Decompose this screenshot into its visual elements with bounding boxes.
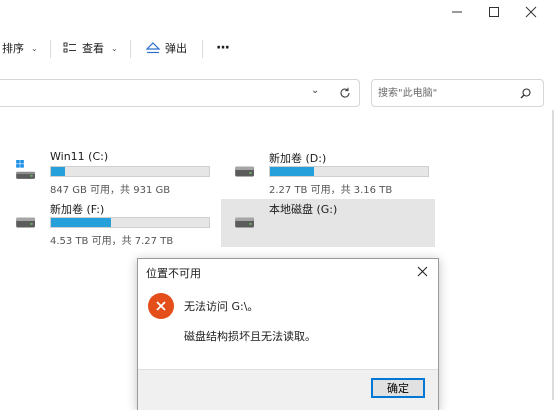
- close-window-button[interactable]: [514, 0, 548, 24]
- sort-label: 排序: [2, 42, 24, 55]
- drive-tile-f[interactable]: 新加卷 (F:) 4.53 TB 可用，共 7.27 TB: [6, 199, 214, 247]
- windows-drive-icon: [16, 160, 35, 179]
- hard-drive-icon: [16, 217, 35, 228]
- drive-usage-bar: [50, 166, 210, 177]
- minimize-icon: [452, 11, 462, 13]
- sort-button[interactable]: 排序 ⌄: [2, 38, 38, 58]
- more-icon: ···: [216, 40, 230, 56]
- hard-drive-icon: [235, 166, 254, 177]
- error-dialog: 位置不可用 无法访问 G:\。 磁盘结构损坏且无法读取。 确定: [137, 258, 439, 410]
- drive-usage-bar: [269, 166, 429, 177]
- more-options-button[interactable]: ···: [216, 38, 230, 58]
- view-label: 查看: [82, 42, 104, 55]
- address-bar[interactable]: ⌄: [0, 79, 360, 107]
- drive-name: 新加卷 (F:): [50, 203, 105, 216]
- maximize-icon: [489, 7, 499, 17]
- drive-name: 本地磁盘 (G:): [269, 203, 338, 216]
- chevron-down-icon: ⌄: [31, 43, 38, 53]
- dialog-message-line1: 无法访问 G:\。: [184, 300, 259, 313]
- drive-space: 2.27 TB 可用，共 3.16 TB: [269, 185, 393, 196]
- chevron-down-icon: ⌄: [111, 43, 118, 53]
- command-bar: 排序 ⌄ 查看 ⌄ 弹出 ···: [0, 28, 554, 68]
- drive-name: 新加卷 (D:): [269, 152, 327, 165]
- eject-icon: [146, 42, 160, 54]
- ok-button[interactable]: 确定: [371, 378, 425, 398]
- error-x-icon: [156, 301, 166, 311]
- close-icon: [417, 266, 427, 276]
- dialog-footer: 确定: [138, 369, 438, 410]
- view-button[interactable]: 查看 ⌄: [63, 38, 118, 58]
- divider: [130, 40, 131, 58]
- drive-name: Win11 (C:): [50, 150, 109, 163]
- eject-label: 弹出: [165, 42, 187, 55]
- eject-button[interactable]: 弹出: [146, 38, 187, 58]
- drive-usage-bar: [50, 217, 210, 228]
- search-input[interactable]: [378, 85, 513, 101]
- drive-tile-c[interactable]: Win11 (C:) 847 GB 可用，共 931 GB: [6, 148, 214, 196]
- history-dropdown-icon[interactable]: ⌄: [311, 85, 319, 96]
- drive-tile-d[interactable]: 新加卷 (D:) 2.27 TB 可用，共 3.16 TB: [225, 148, 433, 196]
- drive-space: 847 GB 可用，共 931 GB: [50, 185, 171, 196]
- divider: [50, 40, 51, 58]
- search-box: [371, 79, 544, 107]
- refresh-icon[interactable]: [339, 87, 351, 99]
- error-icon: [148, 293, 174, 319]
- minimize-button[interactable]: [440, 0, 474, 24]
- view-icon: [63, 42, 76, 53]
- close-icon: [525, 6, 537, 18]
- drive-tile-g[interactable]: 本地磁盘 (G:): [221, 199, 435, 247]
- maximize-button[interactable]: [477, 0, 511, 24]
- dialog-title: 位置不可用: [146, 267, 201, 280]
- dialog-message-line2: 磁盘结构损坏且无法读取。: [184, 330, 316, 343]
- drive-space: 4.53 TB 可用，共 7.27 TB: [50, 236, 174, 247]
- hard-drive-icon: [235, 217, 254, 228]
- divider: [202, 40, 203, 58]
- dialog-close-button[interactable]: [412, 261, 432, 281]
- search-icon[interactable]: [520, 88, 531, 99]
